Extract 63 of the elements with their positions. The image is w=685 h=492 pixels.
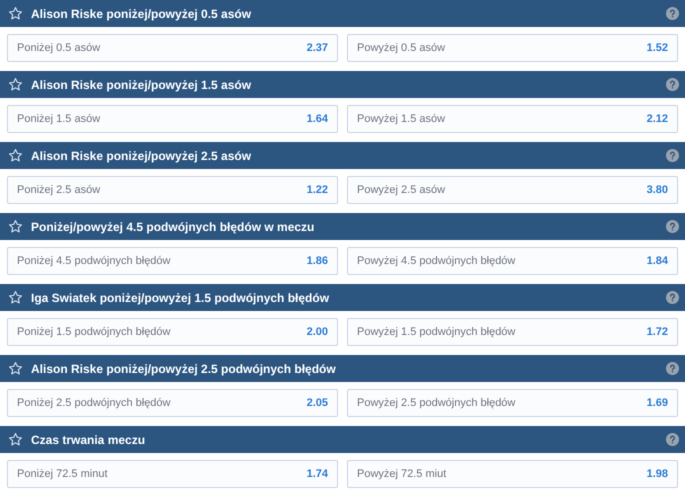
option-label: Powyżej 4.5 podwójnych błędów xyxy=(357,254,516,269)
star-icon[interactable] xyxy=(8,290,23,305)
option-label: Powyżej 0.5 asów xyxy=(357,40,446,56)
help-icon[interactable] xyxy=(666,433,679,446)
help-icon[interactable] xyxy=(666,78,679,91)
option-label: Powyżej 2.5 asów xyxy=(357,182,446,198)
odds-value: 1.22 xyxy=(306,182,328,198)
help-icon[interactable] xyxy=(666,7,679,20)
option-label: Powyżej 1.5 podwójnych błędów xyxy=(357,324,516,340)
odds-value: 1.72 xyxy=(646,324,668,340)
odds-button[interactable]: Poniżej 2.5 podwójnych błędów 2.05 xyxy=(7,389,338,417)
odds-button[interactable]: Poniżej 1.5 asów 1.64 xyxy=(7,105,338,133)
odds-value: 2.00 xyxy=(306,324,328,340)
odds-value: 1.69 xyxy=(646,396,668,411)
help-icon[interactable] xyxy=(666,149,679,162)
star-icon[interactable] xyxy=(8,361,23,376)
market-title: Czas trwania meczu xyxy=(31,432,146,448)
option-label: Powyżej 1.5 asów xyxy=(357,112,446,127)
odds-button[interactable]: Powyżej 1.5 podwójnych błędów 1.72 xyxy=(347,318,678,346)
odds-button[interactable]: Powyżej 0.5 asów 1.52 xyxy=(347,34,678,62)
option-label: Powyżej 2.5 podwójnych błędów xyxy=(357,396,516,411)
odds-value: 2.37 xyxy=(306,40,328,56)
market-title: Alison Riske poniżej/powyżej 0.5 asów xyxy=(31,6,252,22)
market-title: Alison Riske poniżej/powyżej 2.5 asów xyxy=(31,148,252,164)
odds-value: 1.84 xyxy=(646,254,668,269)
odds-value: 1.86 xyxy=(306,254,328,269)
odds-value: 3.80 xyxy=(646,182,668,198)
help-icon[interactable] xyxy=(666,220,679,233)
market-title: Poniżej/powyżej 4.5 podwójnych błędów w meczu xyxy=(31,218,316,236)
star-icon[interactable] xyxy=(8,148,23,163)
odds-button[interactable]: Poniżej 4.5 podwójnych błędów 1.86 xyxy=(7,247,338,275)
odds-button[interactable]: Poniżej 1.5 podwójnych błędów 2.00 xyxy=(7,318,338,346)
odds-value: 1.64 xyxy=(306,112,328,127)
odds-button[interactable]: Powyżej 1.5 asów 2.12 xyxy=(347,105,678,133)
odds-button[interactable]: Poniżej 2.5 asów 1.22 xyxy=(7,176,338,204)
odds-value: 2.05 xyxy=(306,396,328,411)
odds-button[interactable]: Powyżej 2.5 asów 3.80 xyxy=(347,176,678,204)
option-label: Poniżej 1.5 asów xyxy=(17,112,100,127)
market-title: Alison Riske poniżej/powyżej 1.5 asów xyxy=(31,76,252,94)
help-icon[interactable] xyxy=(666,362,679,375)
star-icon[interactable] xyxy=(8,432,23,447)
odds-button[interactable]: Powyżej 2.5 podwójnych błędów 1.69 xyxy=(347,389,678,417)
market-title: Alison Riske poniżej/powyżej 2.5 podwójnych błędów xyxy=(31,360,337,378)
odds-value: 2.12 xyxy=(646,112,668,127)
option-label: Powyżej 72.5 miut xyxy=(357,466,446,482)
option-label: Poniżej 4.5 podwójnych błędów xyxy=(17,254,170,269)
odds-button[interactable]: Powyżej 4.5 podwójnych błędów 1.84 xyxy=(347,247,678,275)
option-label: Poniżej 2.5 podwójnych błędów xyxy=(17,396,170,411)
help-icon[interactable] xyxy=(666,291,679,304)
star-icon[interactable] xyxy=(8,6,23,21)
odds-value: 1.98 xyxy=(646,466,668,482)
option-label: Poniżej 1.5 podwójnych błędów xyxy=(17,324,170,340)
market-title: Iga Swiatek poniżej/powyżej 1.5 podwójnych błędów xyxy=(31,290,330,306)
odds-value: 1.52 xyxy=(646,40,668,56)
option-label: Poniżej 2.5 asów xyxy=(17,182,100,198)
option-label: Poniżej 72.5 minut xyxy=(17,466,108,482)
odds-button[interactable]: Poniżej 0.5 asów 2.37 xyxy=(7,34,338,62)
odds-button[interactable]: Poniżej 72.5 minut 1.74 xyxy=(7,460,338,488)
odds-value: 1.74 xyxy=(306,466,328,482)
option-label: Poniżej 0.5 asów xyxy=(17,40,100,56)
star-icon[interactable] xyxy=(8,77,23,92)
odds-button[interactable]: Powyżej 72.5 miut 1.98 xyxy=(347,460,678,488)
star-icon[interactable] xyxy=(8,219,23,234)
